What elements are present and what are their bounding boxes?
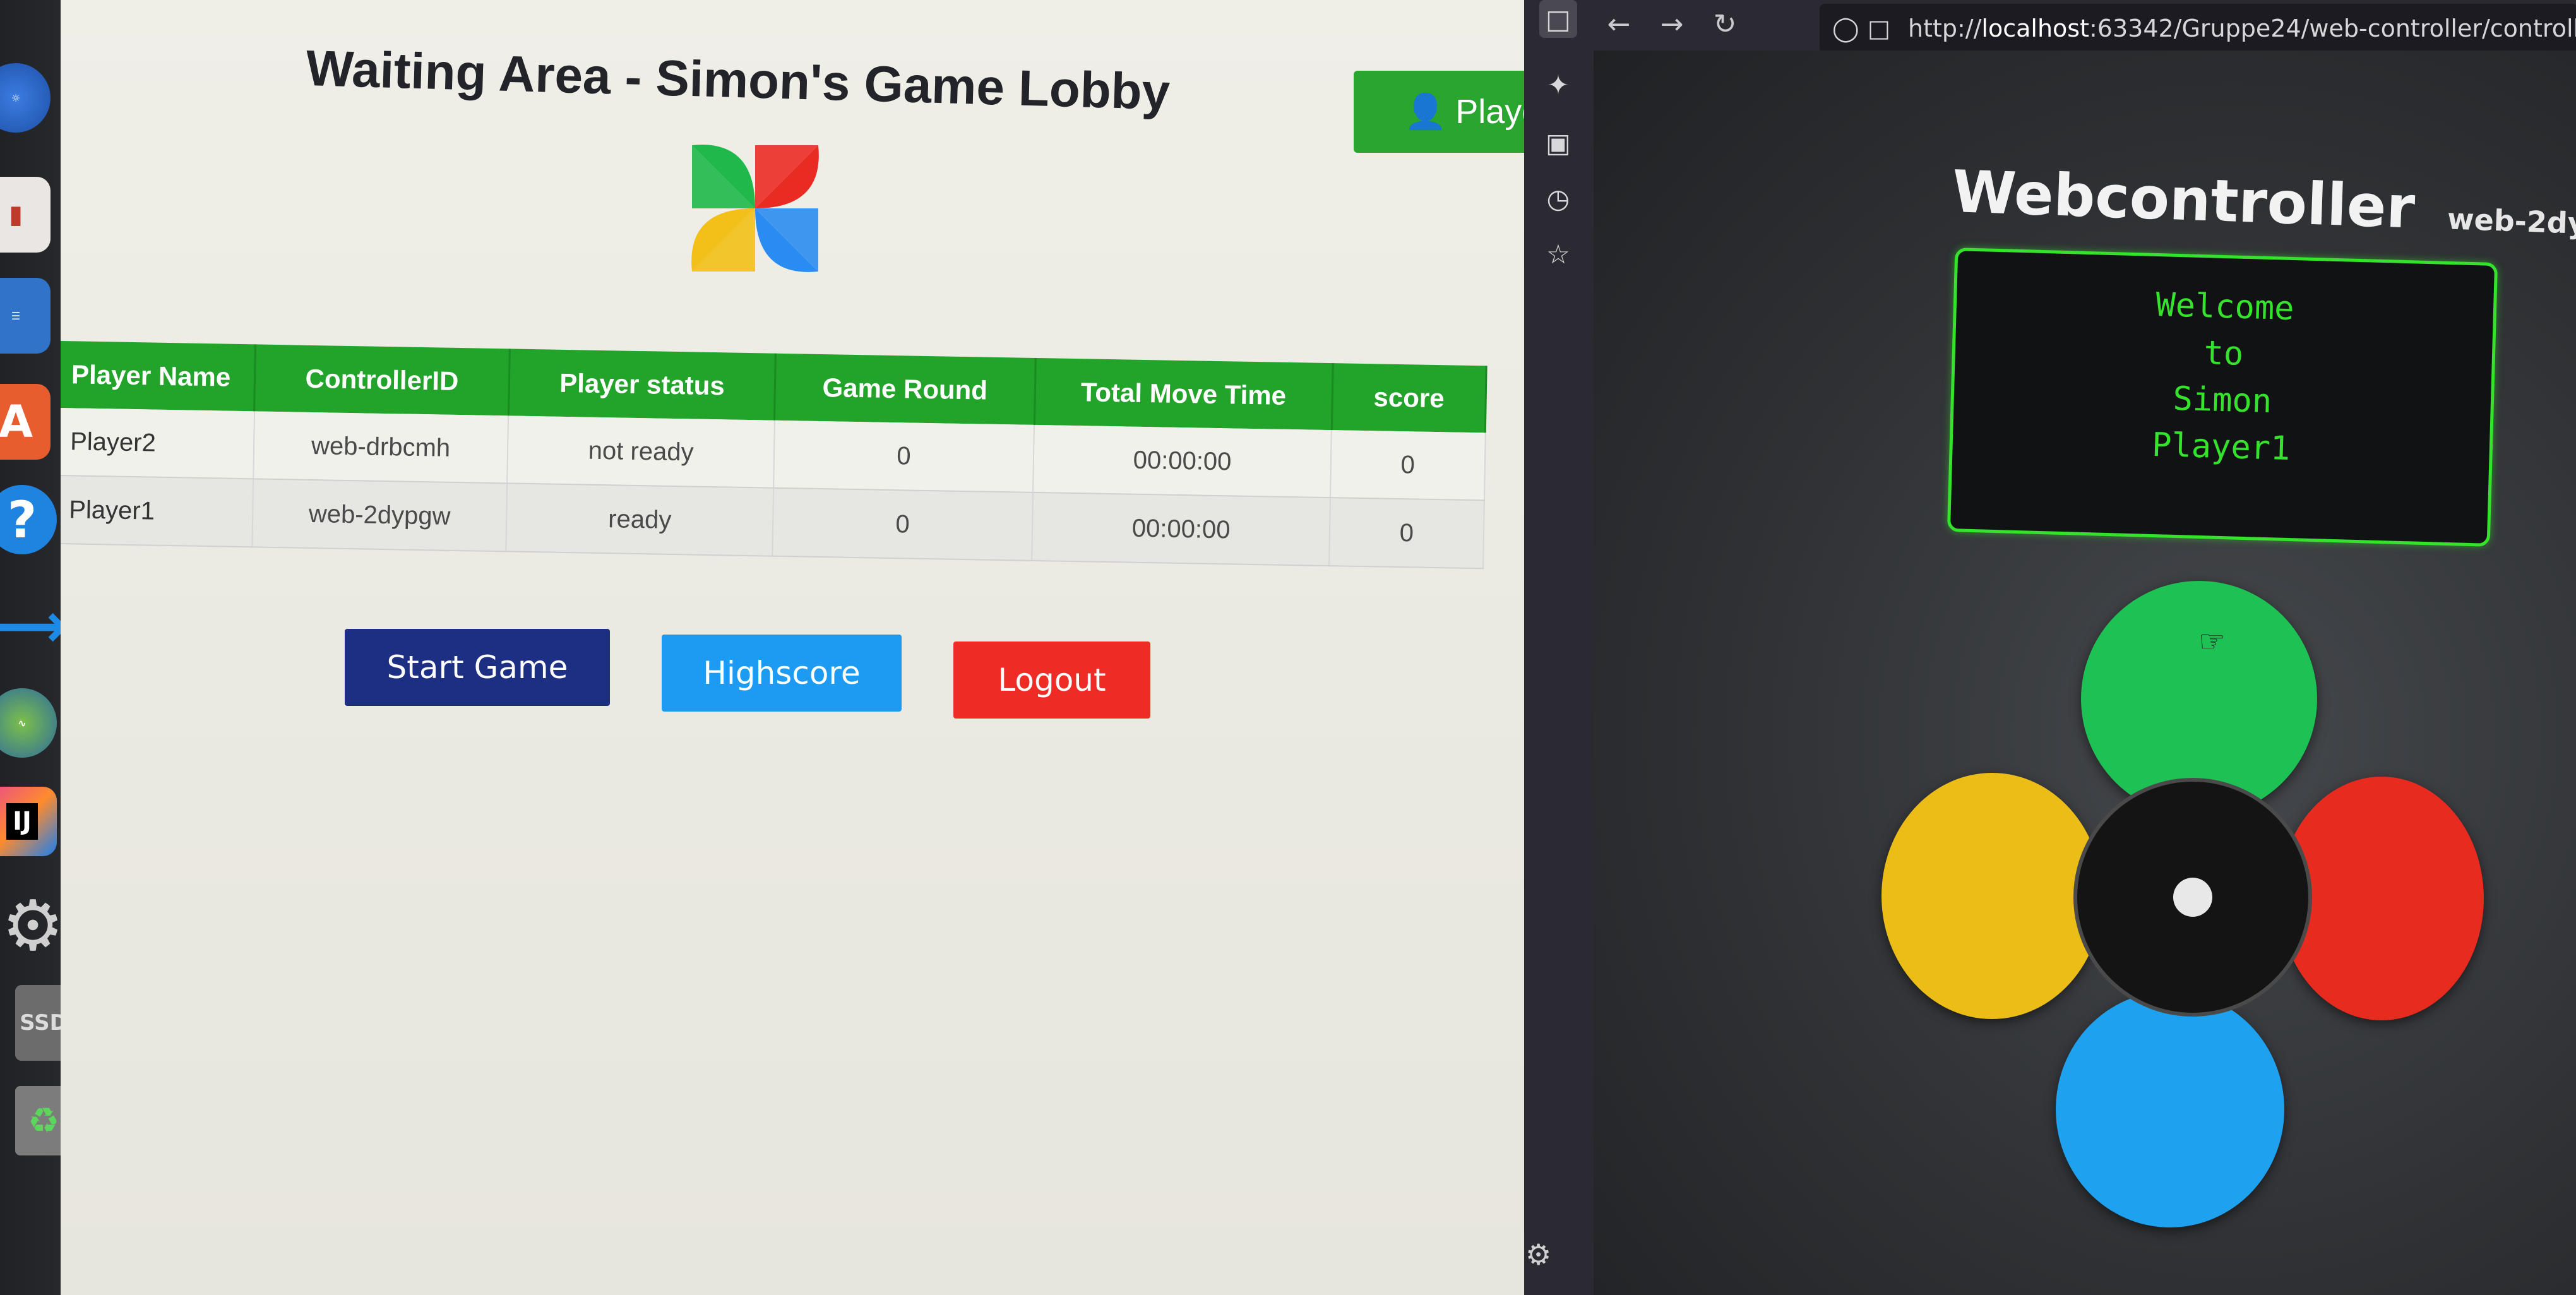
start-game-button[interactable]: Start Game bbox=[345, 629, 610, 706]
files-icon[interactable]: ▮ bbox=[0, 177, 51, 253]
cell-player-status: ready bbox=[506, 483, 773, 556]
controller-title: Webcontroller web-2dypgw bbox=[1951, 158, 2576, 250]
simon-logo bbox=[691, 145, 819, 272]
network-icon[interactable]: ∿ bbox=[0, 688, 57, 758]
sidebar-toggle-icon[interactable]: □ bbox=[1539, 0, 1577, 38]
cell-player-name: Player2 bbox=[61, 407, 254, 479]
writer-icon[interactable]: ☰ bbox=[0, 278, 51, 354]
cell-player-status: not ready bbox=[507, 415, 775, 488]
cell-controller-id: web-drbcmh bbox=[253, 411, 509, 484]
person-icon: 👤 bbox=[1404, 92, 1447, 131]
lobby-page: Waiting Area - Simon's Game Lobby 👤 Play… bbox=[61, 0, 1524, 1295]
screen-line: Welcome bbox=[2155, 286, 2295, 328]
screen-line: Player1 bbox=[2151, 426, 2291, 468]
url-bar[interactable]: ◯ □ http://localhost:63342/Gruppe24/web-… bbox=[1820, 4, 2576, 53]
cell-game-round: 0 bbox=[772, 487, 1034, 561]
players-table-wrapper: Player Name ControllerID Player status G… bbox=[61, 341, 1488, 569]
sidebar-settings-icon[interactable]: ⚙ bbox=[1525, 1238, 1551, 1272]
hand-cursor-icon: ☞ bbox=[2198, 625, 2226, 659]
cell-total-move-time: 00:00:00 bbox=[1032, 492, 1331, 566]
cell-score: 0 bbox=[1330, 430, 1486, 501]
player-badge-label: Playe bbox=[1455, 93, 1524, 131]
cell-controller-id: web-2dypgw bbox=[251, 479, 508, 552]
bookmarks-icon[interactable]: ☆ bbox=[1539, 235, 1577, 273]
cell-game-round: 0 bbox=[773, 420, 1035, 492]
vscode-icon[interactable]: ⟷ bbox=[0, 587, 68, 663]
column-header-controller-id: ControllerID bbox=[254, 344, 510, 416]
screen-line: Simon bbox=[2172, 379, 2272, 421]
page-title: Waiting Area - Simon's Game Lobby bbox=[305, 39, 1171, 121]
url-prefix: http:// bbox=[1908, 15, 1982, 42]
browser-sidebar: □ ✦ ▣ ◷ ☆ bbox=[1524, 0, 1594, 1295]
players-table: Player Name ControllerID Player status G… bbox=[61, 341, 1488, 569]
page-icon: □ bbox=[1868, 15, 1890, 42]
blue-pad-button[interactable] bbox=[2056, 991, 2284, 1227]
controller-screen: Welcome to Simon Player1 bbox=[1947, 248, 2498, 547]
controller-id: web-2dypgw bbox=[2447, 201, 2576, 243]
url-host: localhost bbox=[1981, 15, 2089, 42]
screen-line: to bbox=[2203, 334, 2245, 373]
column-header-game-round: Game Round bbox=[774, 353, 1035, 425]
shield-icon[interactable]: ◯ bbox=[1832, 15, 1859, 42]
player-badge-button[interactable]: 👤 Playe bbox=[1354, 71, 1524, 153]
help-icon[interactable]: ? bbox=[0, 485, 57, 554]
highscore-button[interactable]: Highscore bbox=[662, 635, 902, 712]
history-icon[interactable]: ◷ bbox=[1539, 179, 1577, 217]
ai-chat-icon[interactable]: ✦ bbox=[1539, 66, 1577, 104]
cell-total-move-time: 00:00:00 bbox=[1033, 424, 1332, 498]
synced-tabs-icon[interactable]: ▣ bbox=[1539, 124, 1577, 162]
center-dot bbox=[2173, 878, 2212, 917]
column-header-score: score bbox=[1331, 363, 1487, 433]
cell-score: 0 bbox=[1329, 498, 1484, 569]
forward-icon[interactable]: → bbox=[1653, 5, 1691, 43]
firefox-icon[interactable]: ☼ bbox=[0, 63, 51, 133]
column-header-player-status: Player status bbox=[508, 349, 776, 421]
yellow-pad-button[interactable] bbox=[1881, 773, 2102, 1019]
column-header-player-name: Player Name bbox=[61, 341, 256, 412]
column-header-total-move-time: Total Move Time bbox=[1034, 357, 1333, 431]
reload-icon[interactable]: ↻ bbox=[1706, 5, 1744, 43]
webcontroller-page: Webcontroller web-2dypgw Welcome to Simo… bbox=[1594, 51, 2576, 1295]
cell-player-name: Player1 bbox=[61, 475, 253, 547]
controller-title-text: Webcontroller bbox=[1951, 158, 2416, 242]
intellij-icon[interactable]: IJ bbox=[0, 787, 57, 856]
back-icon[interactable]: ← bbox=[1600, 5, 1638, 43]
browser-toolbar: ← → ↻ ◯ □ http://localhost:63342/Gruppe2… bbox=[1594, 0, 2576, 82]
url-rest: :63342/Gruppe24/web-controller/controlle… bbox=[2089, 15, 2576, 42]
logout-button[interactable]: Logout bbox=[953, 642, 1150, 719]
center-hub bbox=[2073, 778, 2312, 1017]
software-icon[interactable]: A bbox=[0, 384, 51, 460]
